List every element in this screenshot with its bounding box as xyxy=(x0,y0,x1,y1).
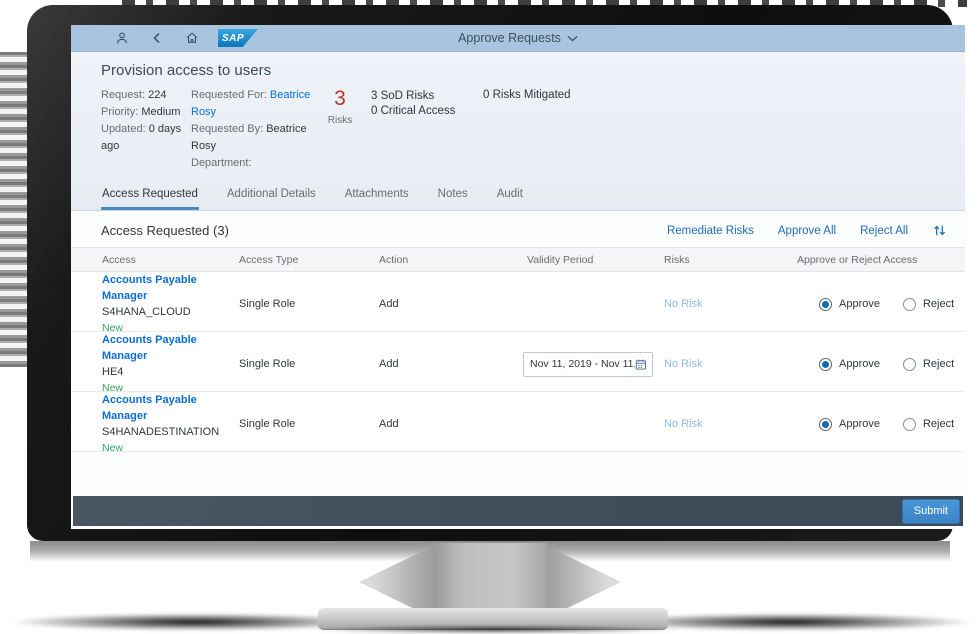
monitor-stand-neck xyxy=(433,543,547,613)
validity-cell xyxy=(523,351,664,377)
system-name: HE4 xyxy=(102,366,124,378)
table-header-row: Access Access Type Action Validity Perio… xyxy=(71,247,965,272)
sap-logo-text: SAP xyxy=(222,32,245,44)
table-row: Accounts Payable Manager S4HANA_CLOUD Ne… xyxy=(71,272,965,334)
col-action: Action xyxy=(379,253,409,266)
access-type-value: Single Role xyxy=(239,358,296,370)
request-info-mid: Requested For: Beatrice Rosy Requested B… xyxy=(191,89,311,169)
tab-access-requested[interactable]: Access Requested xyxy=(101,184,199,210)
risks-mitigated-text: 0 Risks Mitigated xyxy=(483,89,571,101)
role-link[interactable]: Accounts Payable Manager xyxy=(102,272,239,304)
table-row: Accounts Payable Manager S4HANADESTINATI… xyxy=(71,392,965,454)
access-type-value: Single Role xyxy=(239,298,296,310)
tab-notes[interactable]: Notes xyxy=(437,184,469,210)
col-validity-period: Validity Period xyxy=(527,253,594,266)
priority-value: Medium xyxy=(141,106,181,118)
sort-icon[interactable] xyxy=(932,223,947,238)
tab-attachments[interactable]: Attachments xyxy=(344,184,410,210)
risk-link[interactable]: No Risk xyxy=(664,418,797,430)
approve-radio[interactable] xyxy=(819,417,832,431)
action-value: Add xyxy=(379,358,399,370)
ground-shadow-center xyxy=(300,626,690,633)
sod-risks-text: 3 SoD Risks xyxy=(371,90,435,102)
monitor-bezel: SAP Approve Requests Provision access to… xyxy=(27,5,965,541)
page-title: Provision access to users xyxy=(101,62,272,79)
footer-toolbar: Submit xyxy=(73,496,963,526)
action-value: Add xyxy=(379,298,399,310)
submit-button[interactable]: Submit xyxy=(901,498,960,524)
table-row: Accounts Payable Manager HE4 New Single … xyxy=(71,332,965,394)
risks-kpi-value: 3 xyxy=(334,87,346,110)
risk-link[interactable]: No Risk xyxy=(664,358,797,370)
validity-period-value[interactable] xyxy=(530,358,636,370)
approve-radio[interactable] xyxy=(819,357,832,371)
access-type-value: Single Role xyxy=(239,418,296,430)
critical-access-text: 0 Critical Access xyxy=(371,105,456,117)
reject-all-button[interactable]: Reject All xyxy=(860,225,908,237)
col-risks: Risks xyxy=(664,253,690,266)
access-requested-panel: Access Requested (3) Remediate Risks App… xyxy=(71,211,965,496)
chevron-down-icon xyxy=(567,35,578,41)
role-link[interactable]: Accounts Payable Manager xyxy=(102,332,239,364)
role-link[interactable]: Accounts Payable Manager xyxy=(102,392,239,424)
col-access: Access xyxy=(102,253,136,266)
shell-bar: SAP Approve Requests xyxy=(71,25,965,52)
tab-bar: Access Requested Additional Details Atta… xyxy=(101,184,935,210)
system-name: S4HANADESTINATION xyxy=(102,426,220,438)
table-toolbar: Access Requested (3) Remediate Risks App… xyxy=(71,211,965,247)
background-left-stripes xyxy=(0,52,27,367)
page-header: Provision access to users Request: 224 P… xyxy=(71,52,965,211)
approve-radio[interactable] xyxy=(819,297,832,311)
monitor-mockup-stage: SAP Approve Requests Provision access to… xyxy=(0,0,980,634)
action-value: Add xyxy=(379,418,399,430)
home-icon[interactable] xyxy=(183,29,201,47)
reject-radio[interactable] xyxy=(902,357,916,371)
screen: SAP Approve Requests Provision access to… xyxy=(71,25,965,529)
back-icon[interactable] xyxy=(148,29,166,47)
decision-group: Approve Reject xyxy=(797,297,965,311)
remediate-risks-button[interactable]: Remediate Risks xyxy=(667,225,754,237)
tab-audit[interactable]: Audit xyxy=(496,184,524,210)
risks-kpi[interactable]: 3 Risks xyxy=(321,87,359,126)
col-access-type: Access Type xyxy=(239,253,299,266)
ground-shadow-left xyxy=(10,611,345,631)
reject-radio[interactable] xyxy=(902,417,916,431)
status-badge: New xyxy=(102,442,124,454)
app-title-label: Approve Requests xyxy=(458,31,561,45)
request-number: 224 xyxy=(148,89,167,101)
decision-group: Approve Reject xyxy=(797,357,965,371)
request-info-left: Request: 224 Priority: Medium Updated: 0… xyxy=(101,89,182,152)
system-name: S4HANA_CLOUD xyxy=(102,306,191,318)
validity-period-input[interactable] xyxy=(523,351,653,377)
reject-radio[interactable] xyxy=(902,297,916,311)
risk-summary: 3 SoD Risks 0 Critical Access xyxy=(371,87,483,119)
risk-link[interactable]: No Risk xyxy=(664,298,797,310)
decision-group: Approve Reject xyxy=(797,417,965,431)
sap-logo[interactable]: SAP xyxy=(218,29,258,47)
table-title: Access Requested (3) xyxy=(101,223,229,238)
calendar-icon[interactable] xyxy=(635,358,647,371)
approve-all-button[interactable]: Approve All xyxy=(778,225,836,237)
risks-kpi-label: Risks xyxy=(327,115,353,126)
user-icon[interactable] xyxy=(113,29,131,47)
col-approve-reject: Approve or Reject Access xyxy=(797,253,918,266)
tab-additional-details[interactable]: Additional Details xyxy=(226,184,317,210)
